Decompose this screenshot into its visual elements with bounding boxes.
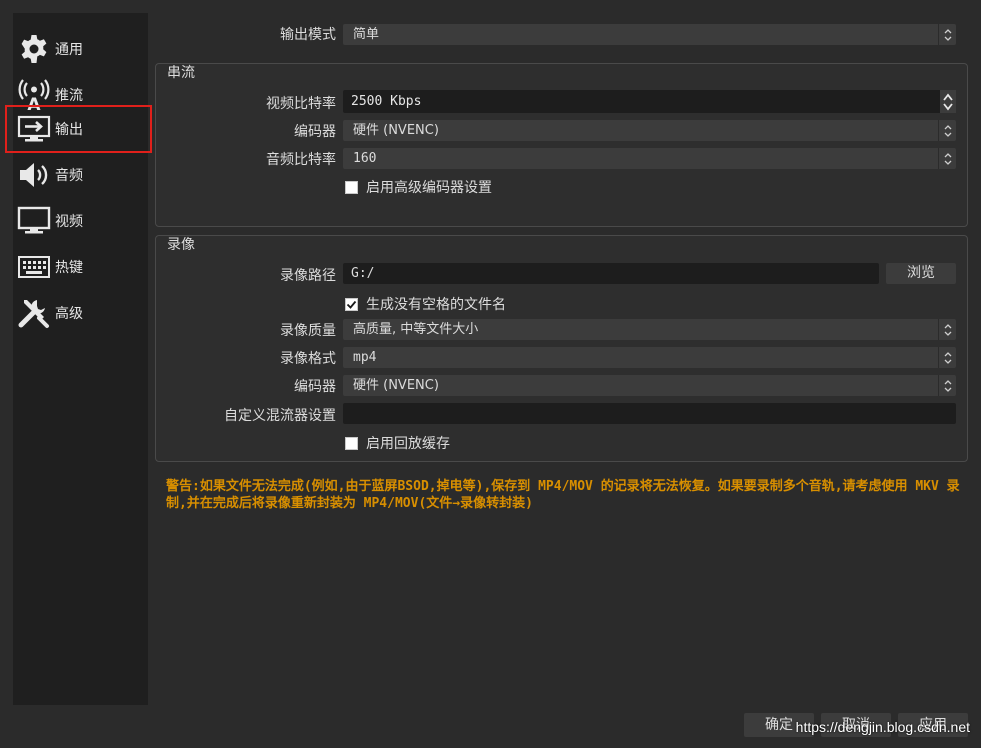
replay-buffer-checkbox[interactable]: 启用回放缓存 bbox=[345, 433, 450, 453]
recording-path-label: 录像路径 bbox=[280, 268, 336, 284]
checkbox-box[interactable] bbox=[345, 297, 358, 311]
replay-buffer-label: 启用回放缓存 bbox=[366, 436, 450, 452]
audio-bitrate-value: 160 bbox=[353, 151, 377, 166]
streaming-group-title: 串流 bbox=[167, 65, 195, 81]
video-bitrate-spinbox[interactable]: 2500 Kbps bbox=[343, 90, 956, 113]
recording-format-value: mp4 bbox=[353, 350, 377, 365]
video-bitrate-label: 视频比特率 bbox=[266, 96, 336, 112]
muxer-settings-input[interactable] bbox=[343, 403, 956, 424]
muxer-settings-label: 自定义混流器设置 bbox=[224, 408, 336, 424]
sidebar-item-label: 通用 bbox=[55, 42, 83, 58]
output-mode-select[interactable]: 简单 bbox=[343, 24, 956, 45]
chevron-updown-icon bbox=[938, 148, 956, 169]
chevron-updown-icon bbox=[938, 319, 956, 340]
audio-bitrate-label: 音频比特率 bbox=[266, 152, 336, 168]
sidebar-item-hotkeys[interactable]: 热键 bbox=[13, 245, 148, 289]
sidebar-item-label: 输出 bbox=[55, 122, 83, 138]
recording-quality-select[interactable]: 高质量, 中等文件大小 bbox=[343, 319, 956, 340]
output-icon bbox=[16, 111, 52, 147]
chevron-updown-icon bbox=[938, 120, 956, 141]
advanced-encoder-label: 启用高级编码器设置 bbox=[366, 180, 492, 196]
stream-encoder-label: 编码器 bbox=[294, 124, 336, 140]
sidebar-item-video[interactable]: 视频 bbox=[13, 199, 148, 243]
sidebar-item-general[interactable]: 通用 bbox=[13, 27, 148, 71]
recording-group-title: 录像 bbox=[167, 237, 195, 253]
no-space-filename-checkbox[interactable]: 生成没有空格的文件名 bbox=[345, 294, 506, 314]
recording-path-value: G:/ bbox=[351, 266, 375, 281]
sidebar-item-label: 推流 bbox=[55, 88, 83, 104]
recording-path-input[interactable]: G:/ bbox=[343, 263, 879, 284]
output-mode-value: 简单 bbox=[353, 27, 380, 42]
checkbox-box[interactable] bbox=[345, 180, 358, 194]
advanced-encoder-checkbox[interactable]: 启用高级编码器设置 bbox=[345, 177, 492, 197]
gear-icon bbox=[16, 31, 52, 67]
sidebar-item-label: 热键 bbox=[55, 260, 83, 276]
settings-sidebar: 通用 A 推流 输出 音频 视频 热键 高级 bbox=[5, 13, 152, 705]
sidebar-item-label: 高级 bbox=[55, 306, 83, 322]
chevron-updown-icon bbox=[938, 347, 956, 368]
recording-format-select[interactable]: mp4 bbox=[343, 347, 956, 368]
video-bitrate-value: 2500 Kbps bbox=[351, 94, 422, 109]
streaming-group bbox=[155, 63, 968, 227]
no-space-filename-label: 生成没有空格的文件名 bbox=[366, 297, 506, 313]
chevron-updown-icon bbox=[938, 375, 956, 396]
speaker-icon bbox=[16, 157, 52, 193]
audio-bitrate-select[interactable]: 160 bbox=[343, 148, 956, 169]
recording-format-label: 录像格式 bbox=[280, 351, 336, 367]
recording-quality-value: 高质量, 中等文件大小 bbox=[353, 322, 479, 337]
stream-encoder-select[interactable]: 硬件 (NVENC) bbox=[343, 120, 956, 141]
checkmark-icon bbox=[346, 300, 357, 309]
warning-text: 警告:如果文件无法完成(例如,由于蓝屏BSOD,掉电等),保存到 MP4/MOV… bbox=[166, 479, 960, 511]
sidebar-item-advanced[interactable]: 高级 bbox=[13, 291, 148, 335]
browse-button[interactable]: 浏览 bbox=[886, 263, 956, 284]
recording-quality-label: 录像质量 bbox=[280, 323, 336, 339]
checkbox-box[interactable] bbox=[345, 436, 358, 450]
chevron-updown-icon bbox=[938, 24, 956, 45]
recording-encoder-value: 硬件 (NVENC) bbox=[353, 378, 439, 393]
sidebar-item-audio[interactable]: 音频 bbox=[13, 153, 148, 197]
sidebar-item-label: 音频 bbox=[55, 168, 83, 184]
monitor-icon bbox=[16, 203, 52, 239]
watermark: https://dengjin.blog.csdn.net bbox=[795, 719, 970, 735]
stream-encoder-value: 硬件 (NVENC) bbox=[353, 123, 439, 138]
recording-encoder-label: 编码器 bbox=[294, 379, 336, 395]
keyboard-icon bbox=[16, 249, 52, 285]
output-mode-label: 输出模式 bbox=[280, 27, 336, 43]
spin-arrows-icon[interactable] bbox=[940, 90, 956, 113]
sidebar-item-output[interactable]: 输出 bbox=[5, 105, 152, 153]
tools-icon bbox=[16, 295, 52, 331]
sidebar-item-label: 视频 bbox=[55, 214, 83, 230]
recording-encoder-select[interactable]: 硬件 (NVENC) bbox=[343, 375, 956, 396]
